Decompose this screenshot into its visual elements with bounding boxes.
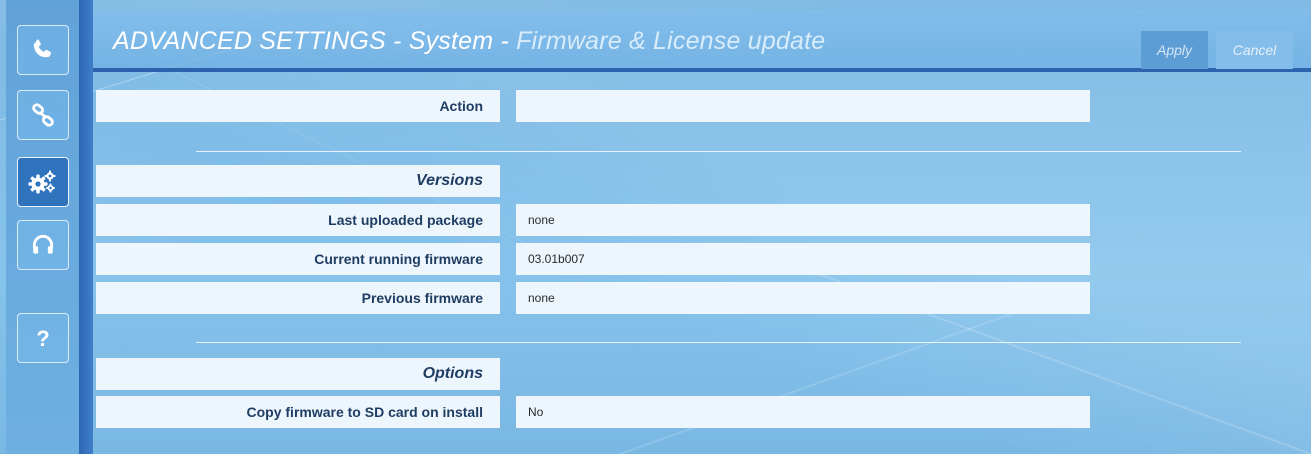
sidebar-item-phone[interactable]	[17, 25, 69, 75]
page-title-sub: Firmware & License update	[516, 27, 826, 55]
headset-icon	[32, 234, 54, 254]
section-divider	[196, 342, 1241, 343]
options-heading: Options	[96, 358, 500, 390]
current-running-firmware-label: Current running firmware	[96, 243, 500, 275]
previous-firmware-value: none	[516, 282, 1090, 314]
svg-text:?: ?	[36, 326, 49, 351]
sidebar-item-links[interactable]	[17, 90, 69, 140]
sidebar-item-help[interactable]: ?	[17, 313, 69, 363]
section-divider	[196, 151, 1241, 152]
gears-icon	[28, 170, 56, 194]
help-icon: ?	[36, 326, 49, 351]
page-title: ADVANCED SETTINGS - System - Firmware & …	[113, 27, 825, 56]
apply-button[interactable]: Apply	[1141, 31, 1208, 69]
last-uploaded-package-label: Last uploaded package	[96, 204, 500, 236]
sidebar-item-settings[interactable]	[17, 157, 69, 207]
action-label: Action	[96, 90, 500, 122]
phone-icon	[33, 39, 52, 58]
last-uploaded-package-value: none	[516, 204, 1090, 236]
sidebar-divider	[79, 0, 93, 454]
previous-firmware-label: Previous firmware	[96, 282, 500, 314]
versions-heading: Versions	[96, 165, 500, 197]
link-icon	[32, 103, 54, 127]
copy-firmware-sd-value[interactable]: No	[516, 396, 1090, 428]
action-select[interactable]	[516, 90, 1090, 122]
page-header: ADVANCED SETTINGS - System - Firmware & …	[93, 10, 1311, 72]
page-title-main: ADVANCED SETTINGS - System -	[113, 27, 517, 55]
cancel-button[interactable]: Cancel	[1216, 31, 1293, 69]
sidebar-item-support[interactable]	[17, 220, 69, 270]
copy-firmware-sd-label: Copy firmware to SD card on install	[96, 396, 500, 428]
current-running-firmware-value: 03.01b007	[516, 243, 1090, 275]
